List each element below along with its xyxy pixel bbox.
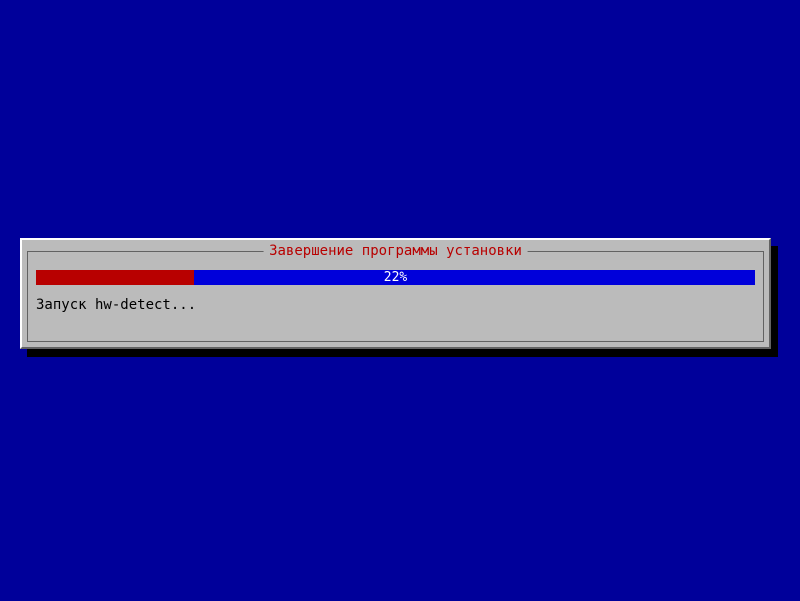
progress-dialog: Завершение программы установки 22% Запус… bbox=[20, 238, 771, 349]
dialog-title: Завершение программы установки bbox=[263, 243, 528, 259]
status-message: Запуск hw-detect... bbox=[36, 297, 196, 313]
progress-percent-label: 22% bbox=[36, 270, 755, 285]
progress-bar: 22% bbox=[36, 270, 755, 285]
